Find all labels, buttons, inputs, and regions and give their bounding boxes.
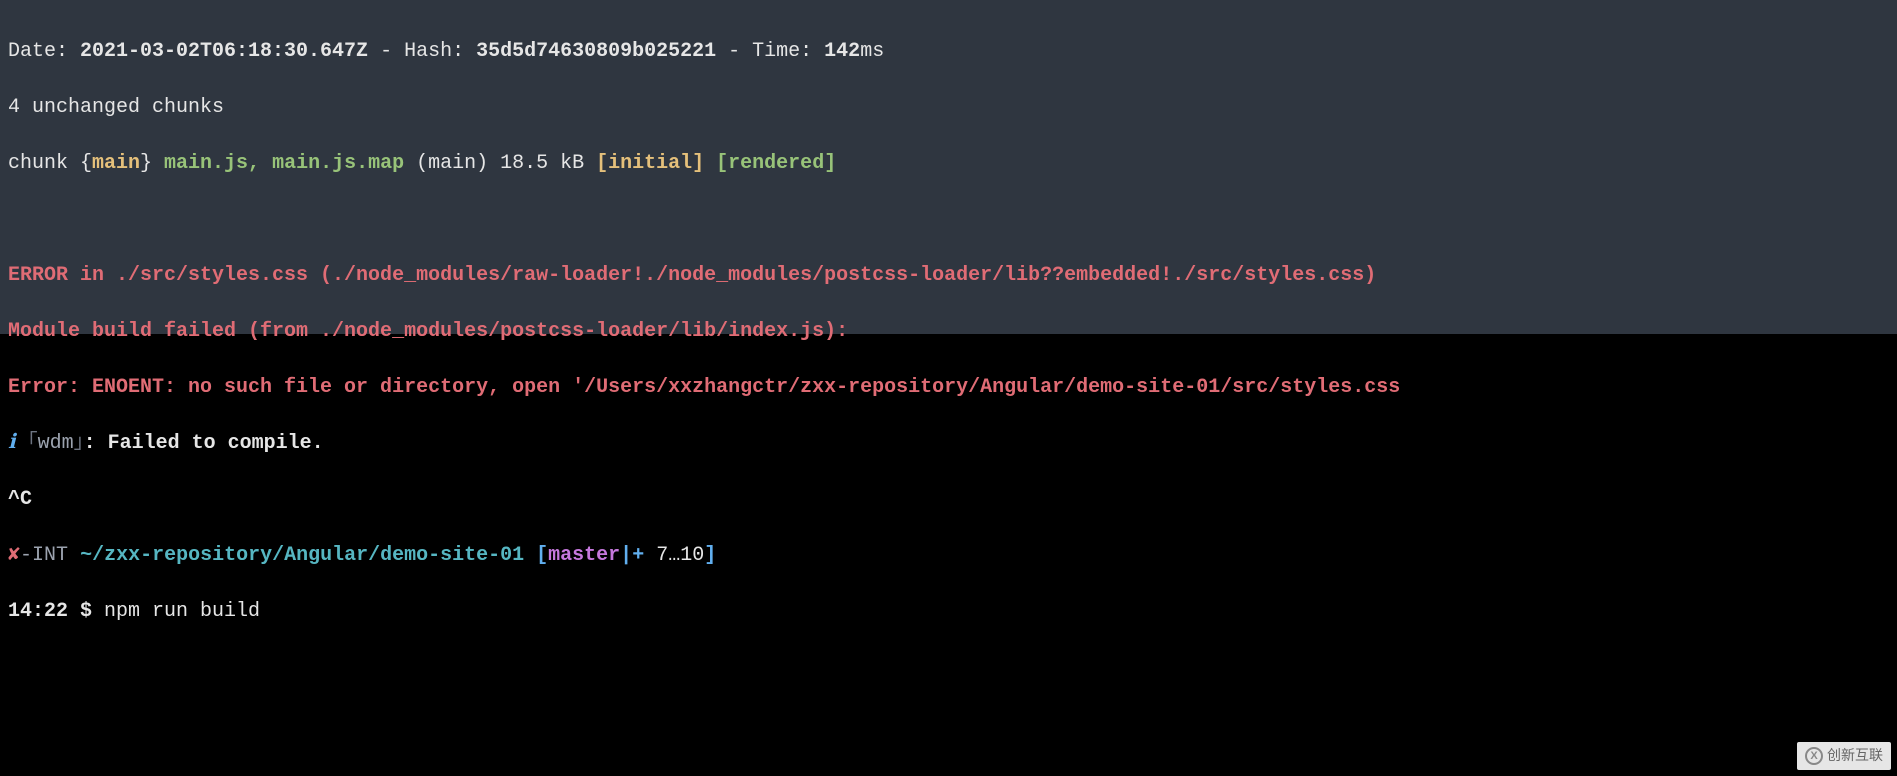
terminal-output[interactable]: Date: 2021-03-02T06:18:30.647Z - Hash: 3…: [0, 0, 1897, 334]
error-line-1: ERROR in ./src/styles.css (./node_module…: [8, 262, 1889, 290]
watermark-text: 创新互联: [1827, 746, 1883, 766]
error-line-2: Module build failed (from ./node_modules…: [8, 318, 1889, 346]
error-line-3: Error: ENOENT: no such file or directory…: [8, 374, 1889, 402]
command-line: 14:22 $ npm run build: [8, 598, 1889, 626]
wdm-line: ℹ ｢wdm｣: Failed to compile.: [8, 430, 1889, 458]
chunk-line: chunk {main} main.js, main.js.map (main)…: [8, 150, 1889, 178]
build-date-line: Date: 2021-03-02T06:18:30.647Z - Hash: 3…: [8, 38, 1889, 66]
blank-line: [8, 206, 1889, 234]
ctrl-c-line: ^C: [8, 486, 1889, 514]
watermark: X 创新互联: [1797, 742, 1891, 770]
watermark-icon: X: [1805, 747, 1823, 765]
unchanged-chunks-line: 4 unchanged chunks: [8, 94, 1889, 122]
prompt-line: ✘-INT ~/zxx-repository/Angular/demo-site…: [8, 542, 1889, 570]
